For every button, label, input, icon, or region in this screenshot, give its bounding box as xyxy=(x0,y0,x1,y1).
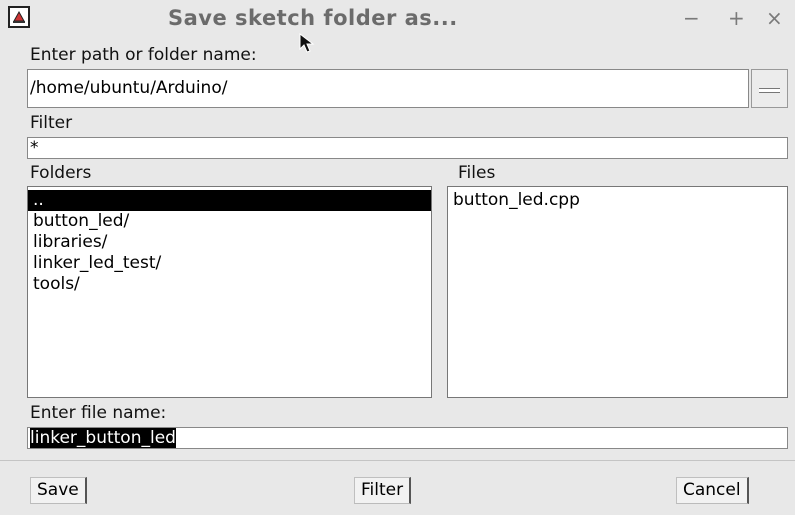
folders-list[interactable]: .. button_led/ libraries/ linker_led_tes… xyxy=(27,186,432,398)
app-icon[interactable] xyxy=(8,6,30,28)
folders-label: Folders xyxy=(30,163,92,183)
filter-input[interactable]: * xyxy=(27,137,788,159)
folder-item[interactable]: .. xyxy=(28,190,431,211)
files-list[interactable]: button_led.cpp xyxy=(447,186,788,398)
divider xyxy=(0,460,795,461)
window-title: Save sketch folder as... xyxy=(168,6,458,30)
folder-item[interactable]: button_led/ xyxy=(28,211,431,232)
folder-item[interactable]: libraries/ xyxy=(28,232,431,253)
filename-input[interactable]: linker_button_led xyxy=(27,427,788,449)
cancel-button[interactable]: Cancel xyxy=(676,477,749,504)
files-label: Files xyxy=(458,163,496,183)
title-bar[interactable]: Save sketch folder as... − + × xyxy=(0,0,795,40)
folder-item[interactable]: linker_led_test/ xyxy=(28,253,431,274)
maximize-button[interactable]: + xyxy=(728,6,745,30)
browse-button[interactable] xyxy=(751,69,788,108)
path-input[interactable]: /home/ubuntu/Arduino/ xyxy=(27,69,749,108)
filter-button[interactable]: Filter xyxy=(354,477,412,504)
folder-item[interactable]: tools/ xyxy=(28,274,431,295)
browse-icon xyxy=(759,88,780,93)
filename-label: Enter file name: xyxy=(30,403,167,423)
path-label: Enter path or folder name: xyxy=(30,45,257,65)
filter-label: Filter xyxy=(30,113,73,133)
close-button[interactable]: × xyxy=(766,6,783,30)
save-button[interactable]: Save xyxy=(30,477,87,504)
filename-value: linker_button_led xyxy=(30,428,176,448)
minimize-button[interactable]: − xyxy=(683,6,700,30)
file-item[interactable]: button_led.cpp xyxy=(448,190,787,211)
